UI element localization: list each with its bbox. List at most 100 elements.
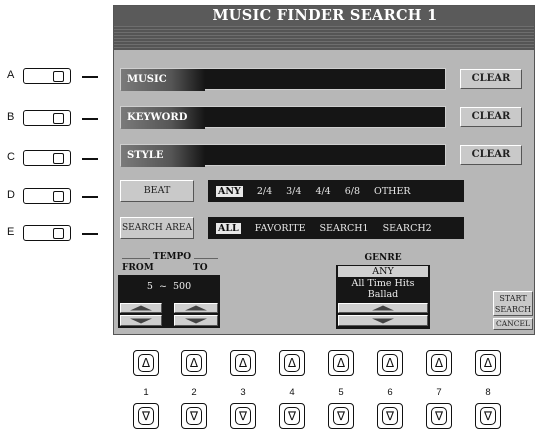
beat-option-2-4[interactable]: 2/4 bbox=[257, 186, 272, 197]
down-arrow-icon: ∇ bbox=[480, 407, 496, 425]
keyword-field-label: KEYWORD bbox=[121, 107, 205, 129]
up-button-3[interactable]: Δ bbox=[230, 350, 256, 376]
tempo-from-up-button[interactable] bbox=[120, 303, 162, 313]
up-arrow-icon: Δ bbox=[284, 354, 300, 372]
keyword-field[interactable]: KEYWORD bbox=[120, 106, 446, 129]
up-button-1[interactable]: Δ bbox=[133, 350, 159, 376]
beat-options: ANY 2/4 3/4 4/4 6/8 OTHER bbox=[208, 180, 464, 202]
up-arrow-icon: Δ bbox=[382, 354, 398, 372]
down-arrow-icon: ∇ bbox=[284, 407, 300, 425]
keyword-clear-button[interactable]: CLEAR bbox=[460, 107, 522, 127]
up-button-6[interactable]: Δ bbox=[377, 350, 403, 376]
up-arrow-icon: Δ bbox=[186, 354, 202, 372]
up-button-4[interactable]: Δ bbox=[279, 350, 305, 376]
arrow-up-icon bbox=[185, 305, 207, 311]
up-button-2[interactable]: Δ bbox=[181, 350, 207, 376]
genre-down-button[interactable] bbox=[338, 315, 428, 326]
button-indicator-icon bbox=[53, 153, 64, 164]
beat-option-4-4[interactable]: 4/4 bbox=[315, 186, 330, 197]
tempo-from-down-button[interactable] bbox=[120, 315, 162, 326]
style-clear-button[interactable]: CLEAR bbox=[460, 145, 522, 165]
beat-option-6-8[interactable]: 6/8 bbox=[345, 186, 360, 197]
button-indicator-icon bbox=[53, 228, 64, 239]
genre-label: GENRE bbox=[364, 253, 402, 263]
up-arrow-icon: Δ bbox=[431, 354, 447, 372]
header-stripe bbox=[114, 26, 534, 50]
tempo-from-value: 5 bbox=[146, 281, 153, 292]
arrow-down-icon bbox=[372, 318, 394, 323]
up-arrow-icon: Δ bbox=[235, 354, 251, 372]
tempo-separator: ~ bbox=[158, 281, 167, 292]
down-arrow-icon: ∇ bbox=[138, 407, 154, 425]
arrow-down-icon bbox=[130, 318, 152, 323]
up-button-8[interactable]: Δ bbox=[475, 350, 501, 376]
connector-line bbox=[82, 196, 98, 198]
down-arrow-icon: ∇ bbox=[333, 407, 349, 425]
side-label-d: D bbox=[7, 189, 15, 201]
genre-item[interactable]: All Time Hits bbox=[336, 278, 430, 289]
up-button-5[interactable]: Δ bbox=[328, 350, 354, 376]
down-button-6[interactable]: ∇ bbox=[377, 403, 403, 429]
music-field[interactable]: MUSIC bbox=[120, 68, 446, 91]
tempo-to-value: 500 bbox=[172, 281, 192, 292]
up-arrow-icon: Δ bbox=[480, 354, 496, 372]
button-indicator-icon bbox=[53, 71, 64, 82]
genre-item[interactable]: Ballad bbox=[336, 289, 430, 300]
side-label-e: E bbox=[7, 226, 15, 238]
down-button-2[interactable]: ∇ bbox=[181, 403, 207, 429]
connector-line bbox=[82, 158, 98, 160]
up-button-7[interactable]: Δ bbox=[426, 350, 452, 376]
button-indicator-icon bbox=[53, 113, 64, 124]
down-button-4[interactable]: ∇ bbox=[279, 403, 305, 429]
search-area-options: ALL FAVORITE SEARCH1 SEARCH2 bbox=[208, 217, 464, 239]
button-number-3: 3 bbox=[240, 387, 246, 398]
tempo-to-down-button[interactable] bbox=[174, 315, 218, 326]
down-arrow-icon: ∇ bbox=[235, 407, 251, 425]
down-button-5[interactable]: ∇ bbox=[328, 403, 354, 429]
side-button-e[interactable] bbox=[23, 225, 71, 241]
search-area-option-favorite[interactable]: FAVORITE bbox=[255, 223, 306, 234]
button-number-2: 2 bbox=[191, 387, 197, 398]
connector-line bbox=[82, 118, 98, 120]
connector-line bbox=[82, 76, 98, 78]
screen-title: MUSIC FINDER SEARCH 1 bbox=[114, 6, 534, 26]
tempo-to-up-button[interactable] bbox=[174, 303, 218, 313]
style-field[interactable]: STYLE bbox=[120, 144, 446, 167]
beat-option-other[interactable]: OTHER bbox=[374, 186, 411, 197]
button-number-1: 1 bbox=[143, 387, 149, 398]
connector-line bbox=[82, 233, 98, 235]
genre-item-selected[interactable]: ANY bbox=[338, 266, 428, 277]
button-number-8: 8 bbox=[485, 387, 491, 398]
down-arrow-icon: ∇ bbox=[186, 407, 202, 425]
beat-button[interactable]: BEAT bbox=[120, 180, 194, 202]
search-area-button[interactable]: SEARCH AREA bbox=[120, 217, 194, 239]
music-field-label: MUSIC bbox=[121, 69, 205, 91]
button-number-4: 4 bbox=[289, 387, 295, 398]
up-arrow-icon: Δ bbox=[333, 354, 349, 372]
down-button-7[interactable]: ∇ bbox=[426, 403, 452, 429]
arrow-up-icon bbox=[130, 305, 152, 311]
start-search-button[interactable]: START SEARCH bbox=[493, 291, 533, 316]
start-search-line1: START bbox=[499, 294, 527, 303]
tempo-range: 5 ~ 500 bbox=[118, 281, 220, 292]
search-area-option-search1[interactable]: SEARCH1 bbox=[320, 223, 369, 234]
side-button-b[interactable] bbox=[23, 110, 71, 126]
music-clear-button[interactable]: CLEAR bbox=[460, 69, 522, 89]
cancel-button[interactable]: CANCEL bbox=[493, 318, 533, 330]
genre-up-button[interactable] bbox=[338, 303, 428, 313]
search-area-option-all[interactable]: ALL bbox=[216, 222, 241, 234]
side-label-c: C bbox=[7, 151, 15, 163]
side-button-a[interactable] bbox=[23, 68, 71, 84]
down-button-1[interactable]: ∇ bbox=[133, 403, 159, 429]
tempo-from-label: FROM bbox=[122, 263, 154, 273]
down-button-3[interactable]: ∇ bbox=[230, 403, 256, 429]
beat-option-any[interactable]: ANY bbox=[216, 185, 243, 197]
side-button-c[interactable] bbox=[23, 150, 71, 166]
side-label-a: A bbox=[7, 69, 15, 81]
down-arrow-icon: ∇ bbox=[382, 407, 398, 425]
button-number-6: 6 bbox=[387, 387, 393, 398]
side-button-d[interactable] bbox=[23, 188, 71, 204]
beat-option-3-4[interactable]: 3/4 bbox=[286, 186, 301, 197]
search-area-option-search2[interactable]: SEARCH2 bbox=[383, 223, 432, 234]
down-button-8[interactable]: ∇ bbox=[475, 403, 501, 429]
